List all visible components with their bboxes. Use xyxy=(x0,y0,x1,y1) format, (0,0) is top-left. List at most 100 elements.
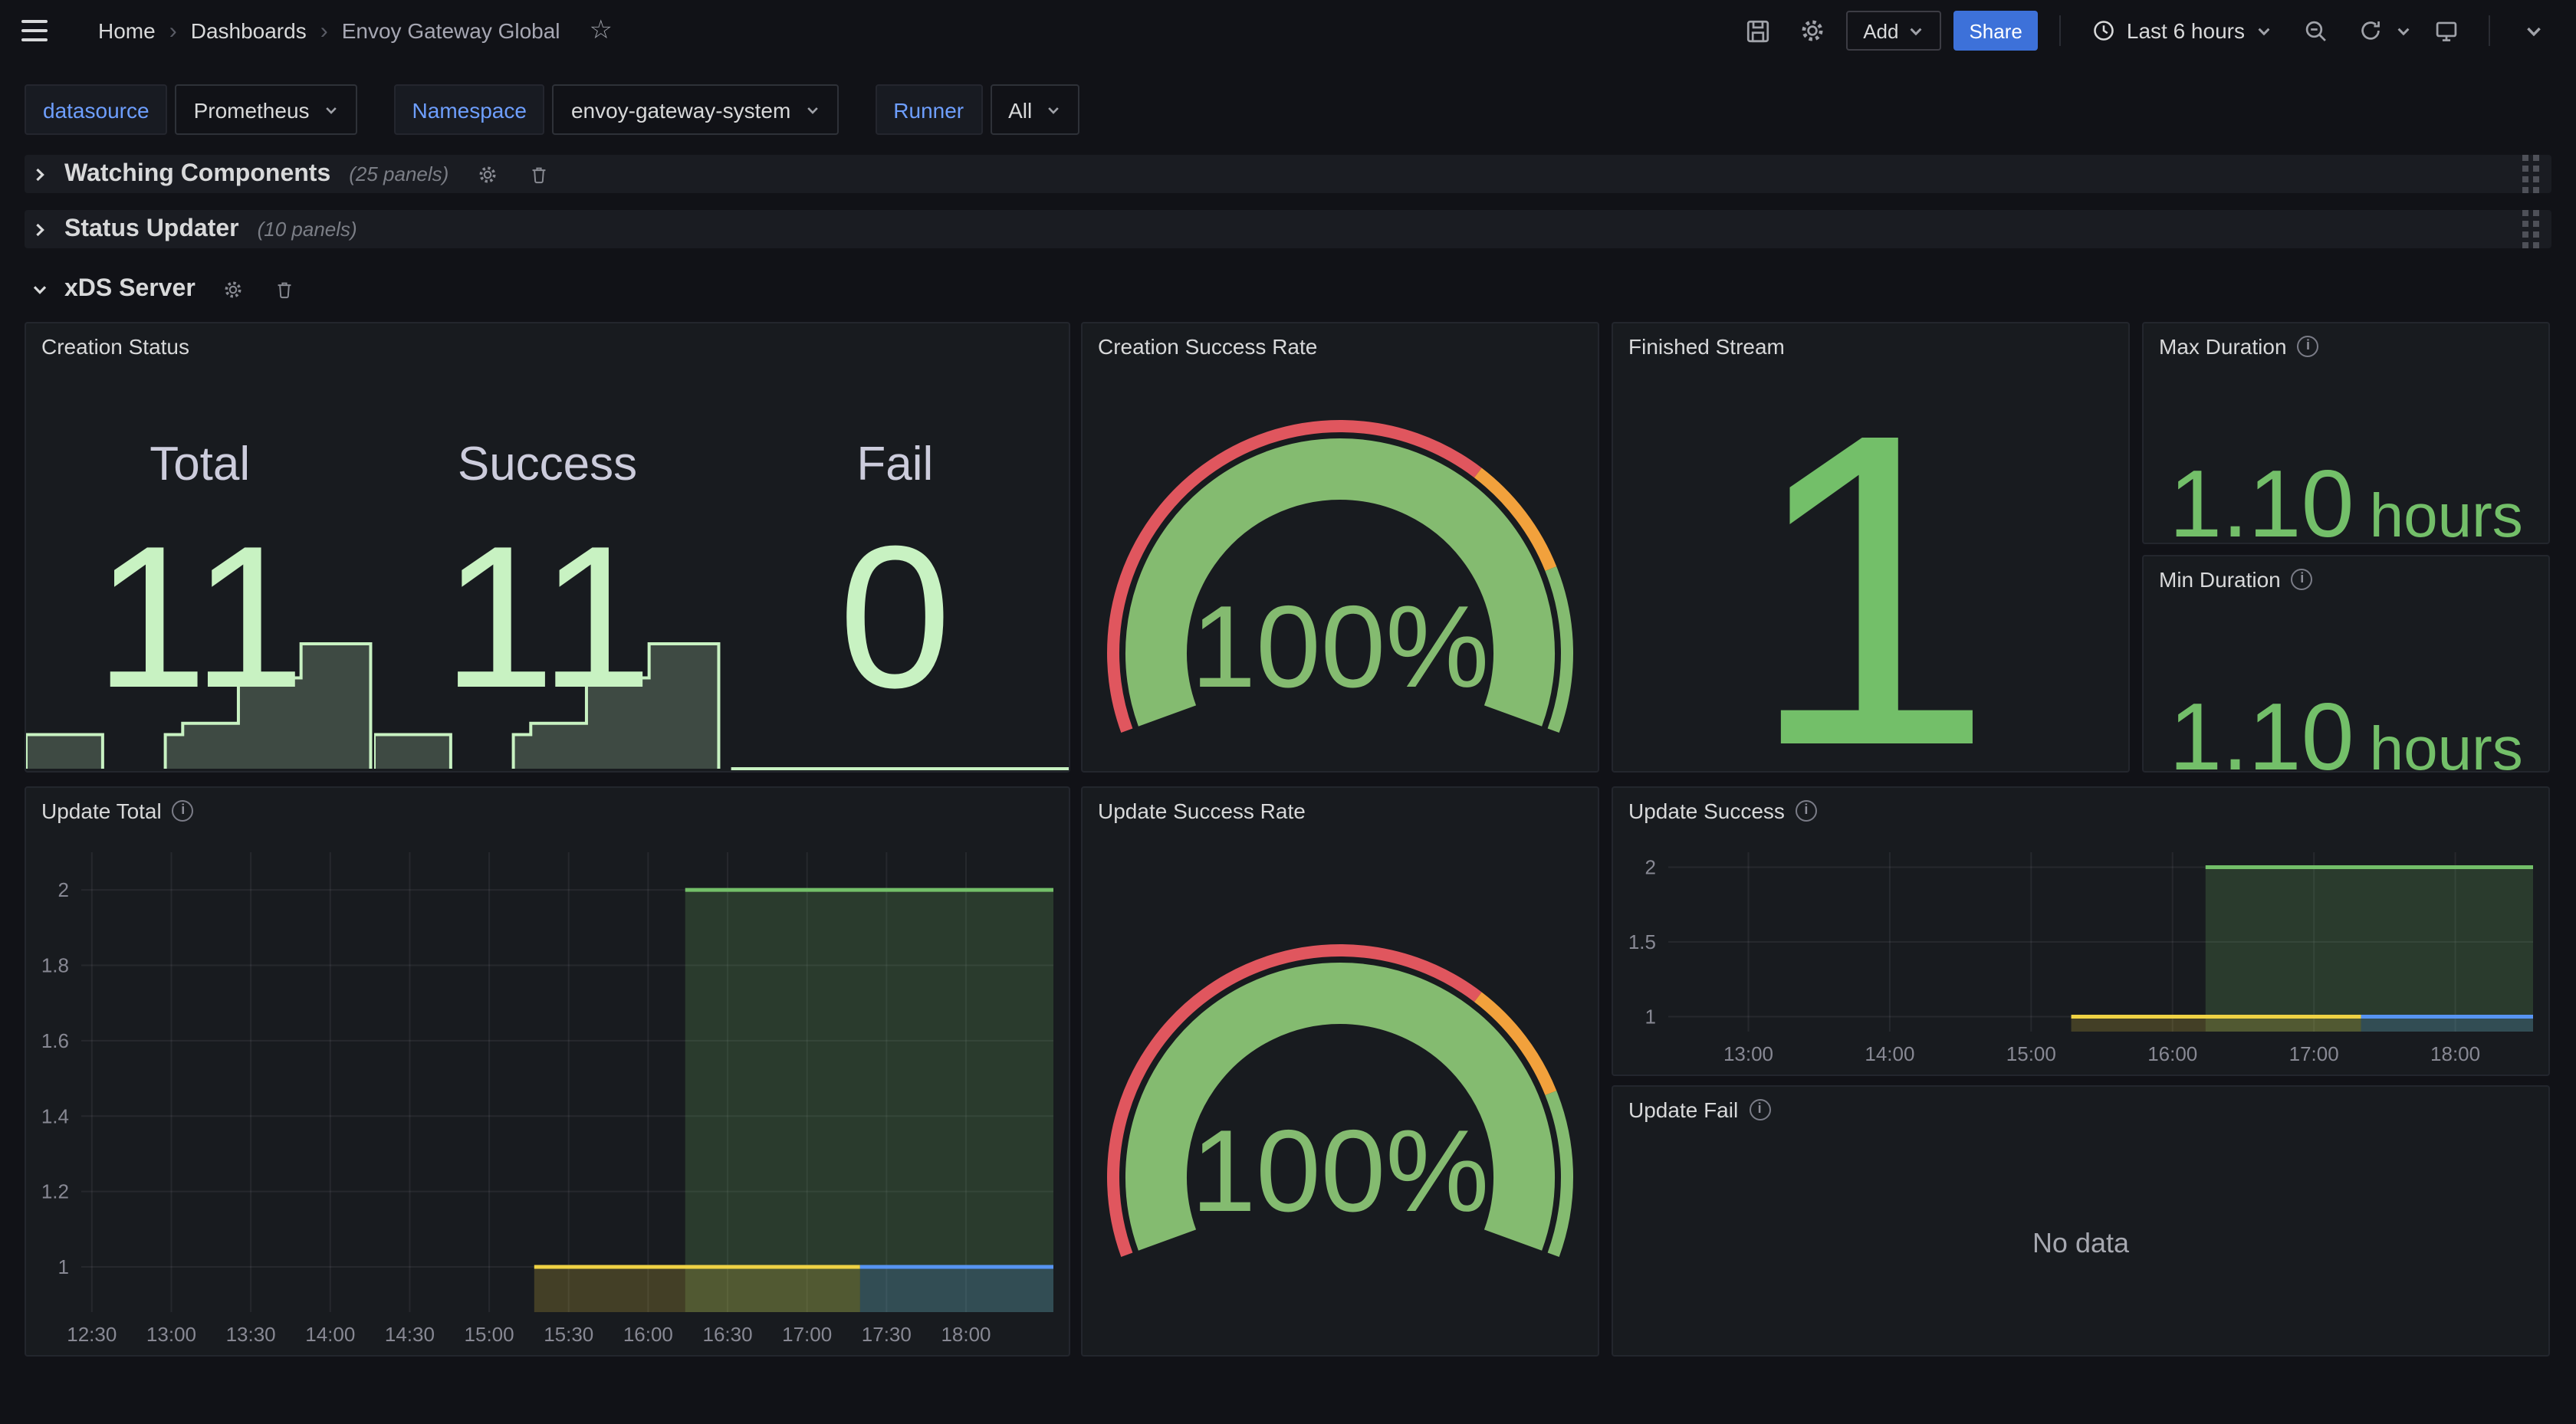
panel-update-fail: Update Fail i No data xyxy=(1612,1085,2550,1357)
time-range-picker[interactable]: Last 6 hours xyxy=(2082,18,2282,43)
sparkline-success xyxy=(373,639,721,771)
row-delete-trash-icon[interactable] xyxy=(275,278,295,300)
top-nav: Home › Dashboards › Envoy Gateway Global… xyxy=(0,0,2576,61)
stat-fail: Fail 0 xyxy=(721,369,1069,771)
panel-title[interactable]: Min Duration xyxy=(2159,567,2281,592)
panel-title[interactable]: Update Total xyxy=(41,799,162,823)
panel-title[interactable]: Update Success xyxy=(1628,799,1785,823)
favorite-star-icon[interactable]: ☆ xyxy=(590,15,613,46)
share-button[interactable]: Share xyxy=(1953,11,2037,51)
stat-group: Total 11 Success 11 Fail 0 xyxy=(26,369,1069,771)
refresh-icon[interactable] xyxy=(2349,9,2392,52)
save-dashboard-icon[interactable] xyxy=(1736,9,1779,52)
refresh-interval-chevron-icon[interactable] xyxy=(2395,22,2412,39)
panel-title[interactable]: Creation Success Rate xyxy=(1098,334,1317,359)
svg-text:13:00: 13:00 xyxy=(1723,1042,1773,1065)
chevron-down-icon xyxy=(804,102,820,117)
svg-text:1.8: 1.8 xyxy=(41,954,69,977)
svg-text:14:00: 14:00 xyxy=(305,1323,355,1346)
variable-runner-select[interactable]: All xyxy=(990,84,1079,135)
svg-text:1: 1 xyxy=(1645,1006,1656,1029)
panel-title[interactable]: Creation Status xyxy=(41,334,189,359)
chevron-right-icon xyxy=(31,220,49,238)
row-drag-handle[interactable] xyxy=(2522,155,2539,193)
row-watching-components[interactable]: Watching Components (25 panels) xyxy=(25,155,2551,193)
dashboard-settings-gear-icon[interactable] xyxy=(1791,9,1834,52)
sparkline-total xyxy=(26,639,374,771)
svg-text:1.6: 1.6 xyxy=(41,1029,69,1052)
topnav-expand-chevron-icon[interactable] xyxy=(2512,9,2555,52)
panel-update-success: Update Success i 13:0014:0015:0016:0017:… xyxy=(1612,786,2550,1076)
timeseries-update-total[interactable]: 12:3013:0013:3014:0014:3015:0015:3016:00… xyxy=(26,834,1069,1355)
no-data-message: No data xyxy=(1613,1133,2548,1355)
gauge-update-success-rate: 100% xyxy=(1083,834,1598,1355)
info-icon[interactable]: i xyxy=(2298,336,2319,357)
chevron-right-icon xyxy=(31,165,49,183)
svg-text:16:00: 16:00 xyxy=(623,1323,673,1346)
info-icon[interactable]: i xyxy=(172,800,194,822)
clock-icon xyxy=(2091,18,2116,43)
panel-finished-stream: Finished Stream 1 xyxy=(1612,322,2130,773)
variable-datasource-label: datasource xyxy=(25,84,168,135)
svg-text:16:30: 16:30 xyxy=(702,1323,752,1346)
row-settings-gear-icon[interactable] xyxy=(476,163,498,185)
info-icon[interactable]: i xyxy=(1749,1099,1770,1120)
svg-text:2: 2 xyxy=(1645,856,1656,879)
row-xds-server[interactable]: xDS Server xyxy=(25,270,2551,308)
breadcrumb-dashboards[interactable]: Dashboards xyxy=(191,18,307,43)
svg-text:13:30: 13:30 xyxy=(226,1323,276,1346)
variable-namespace-label: Namespace xyxy=(394,84,545,135)
svg-text:13:00: 13:00 xyxy=(146,1323,196,1346)
svg-text:18:00: 18:00 xyxy=(2430,1042,2480,1065)
share-button-label: Share xyxy=(1969,19,2022,42)
menu-hamburger-icon[interactable] xyxy=(21,9,64,52)
stat-min-duration: 1.10 hours xyxy=(2144,602,2548,771)
panel-update-total: Update Total i 12:30 13:00 13:30 14:00 14:30… xyxy=(25,786,1070,1357)
grafana-dashboard: Home › Dashboards › Envoy Gateway Global… xyxy=(0,0,2576,1424)
add-button[interactable]: Add xyxy=(1846,11,1941,51)
panel-title[interactable]: Max Duration xyxy=(2159,334,2287,359)
row-title[interactable]: Watching Components xyxy=(64,160,330,188)
svg-text:12:30: 12:30 xyxy=(67,1323,117,1346)
zoom-out-icon[interactable] xyxy=(2294,9,2337,52)
svg-text:100%: 100% xyxy=(1191,582,1490,712)
svg-text:15:00: 15:00 xyxy=(2006,1042,2056,1065)
breadcrumb-home[interactable]: Home xyxy=(98,18,156,43)
row-delete-trash-icon[interactable] xyxy=(528,163,548,185)
panel-min-duration: Min Duration i 1.10 hours xyxy=(2142,555,2550,773)
timeseries-update-success[interactable]: 13:0014:0015:0016:0017:0018:0011.52 xyxy=(1613,834,2548,1075)
divider xyxy=(2489,15,2490,46)
svg-text:15:00: 15:00 xyxy=(465,1323,514,1346)
variable-namespace: Namespace envoy-gateway-system xyxy=(394,84,839,135)
row-settings-gear-icon[interactable] xyxy=(223,278,245,300)
top-nav-actions: Add Share Last 6 hours xyxy=(1736,9,2555,52)
svg-text:17:00: 17:00 xyxy=(2289,1042,2339,1065)
variable-datasource-value: Prometheus xyxy=(194,97,310,122)
row-drag-handle[interactable] xyxy=(2522,210,2539,248)
stat-max-duration: 1.10 hours xyxy=(2144,369,2548,543)
info-icon[interactable]: i xyxy=(2292,569,2313,590)
chevron-down-icon xyxy=(324,102,339,117)
svg-text:17:30: 17:30 xyxy=(862,1323,912,1346)
gauge-creation-success-rate: 100% xyxy=(1083,369,1598,771)
dashboard-variables: datasource Prometheus Namespace envoy-ga… xyxy=(25,84,1107,135)
svg-text:14:00: 14:00 xyxy=(1865,1042,1914,1065)
variable-namespace-value: envoy-gateway-system xyxy=(571,97,790,122)
chevron-down-icon xyxy=(1907,22,1924,39)
stat-label: Total xyxy=(26,437,373,492)
variable-runner: Runner All xyxy=(875,84,1079,135)
variable-datasource-select[interactable]: Prometheus xyxy=(176,84,357,135)
row-status-updater[interactable]: Status Updater (10 panels) xyxy=(25,210,2551,248)
svg-text:14:30: 14:30 xyxy=(385,1323,435,1346)
row-title[interactable]: xDS Server xyxy=(64,275,196,303)
kiosk-monitor-icon[interactable] xyxy=(2424,9,2467,52)
info-icon[interactable]: i xyxy=(1796,800,1817,822)
panel-title[interactable]: Update Fail xyxy=(1628,1098,1738,1122)
divider xyxy=(2059,15,2061,46)
panel-max-duration: Max Duration i 1.10 hours xyxy=(2142,322,2550,544)
panel-update-success-rate: Update Success Rate 100% xyxy=(1081,786,1599,1357)
row-title[interactable]: Status Updater xyxy=(64,215,239,243)
row-panel-count: (25 panels) xyxy=(349,162,449,185)
variable-namespace-select[interactable]: envoy-gateway-system xyxy=(553,84,838,135)
panel-title[interactable]: Update Success Rate xyxy=(1098,799,1306,823)
